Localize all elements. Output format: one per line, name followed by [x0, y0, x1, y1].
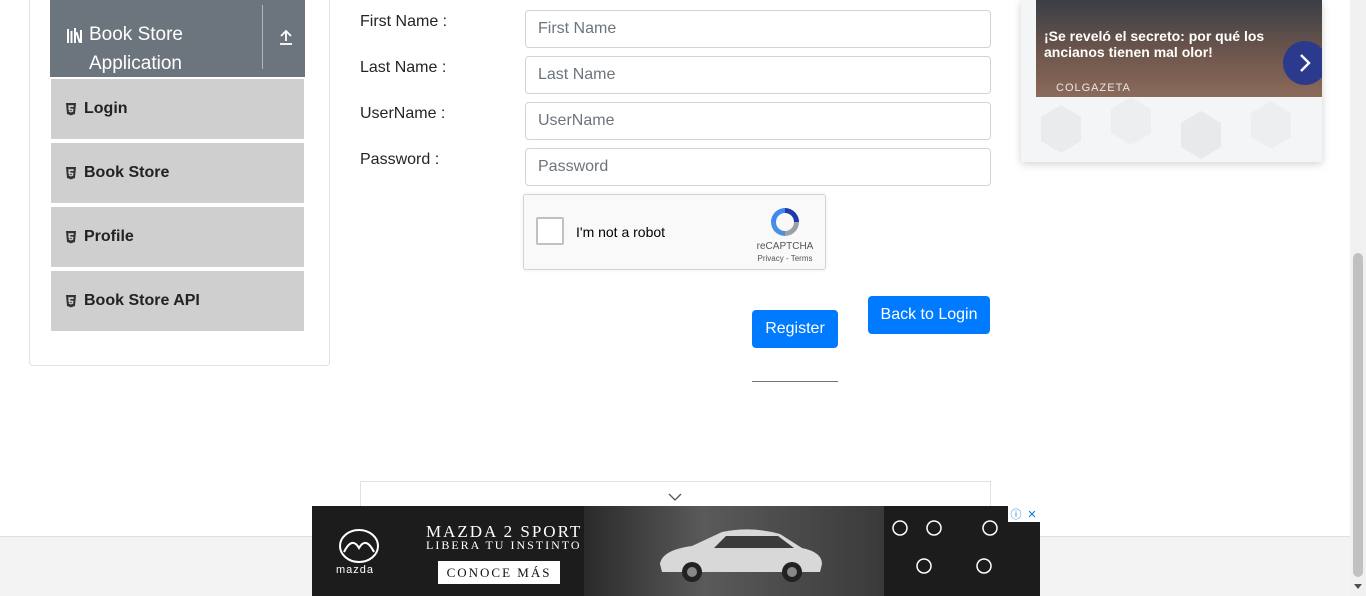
password-input[interactable] [525, 148, 991, 186]
ad-feature-icons [892, 520, 998, 574]
scrollbar-thumb[interactable] [1353, 253, 1363, 577]
recaptcha-brand: reCAPTCHA [756, 241, 814, 252]
last-name-input[interactable] [525, 56, 991, 94]
html5-icon [66, 231, 76, 244]
ad-pattern [1041, 97, 1291, 159]
mazda-banner-ad[interactable]: mazda MAZDA 2 SPORT LIBERA TU INSTINTO C… [312, 506, 1040, 596]
recaptcha-widget: I'm not a robot reCAPTCHA Privacy - Term… [523, 194, 826, 270]
sidebar-group-title: Book Store Application [89, 24, 183, 74]
ad-headline[interactable]: ¡Se reveló el secreto: por qué los ancia… [1044, 28, 1274, 60]
password-label: Password : [360, 151, 440, 168]
username-input[interactable] [525, 102, 991, 140]
sidebar-item-profile[interactable]: Profile [51, 207, 304, 269]
sidebar-item-book-store[interactable]: Book Store [51, 143, 304, 205]
recaptcha-checkbox[interactable] [536, 217, 564, 245]
register-underline [752, 381, 838, 382]
register-button[interactable]: Register [752, 310, 838, 348]
ad-subtitle: LIBERA TU INSTINTO [426, 538, 582, 552]
ad-controls: ⓘ ✕ [1008, 506, 1040, 522]
first-name-label: First Name : [360, 13, 448, 30]
chevron-right-icon [1300, 54, 1311, 72]
html5-icon [66, 295, 76, 308]
sidebar-group-book-store-application[interactable]: Book Store Application [50, 0, 305, 77]
sidebar-item-book-store-api[interactable]: Book Store API [51, 271, 304, 333]
html5-icon [66, 103, 76, 116]
recaptcha-privacy-terms[interactable]: Privacy - Terms [750, 254, 820, 263]
sidebar-item-label: Book Store API [84, 292, 200, 309]
close-icon[interactable]: ✕ [1024, 506, 1040, 522]
recaptcha-logo-icon [771, 208, 799, 236]
ad-source: COLGAZETA [1056, 82, 1131, 94]
books-icon [67, 28, 82, 44]
first-name-input[interactable] [525, 10, 991, 48]
sidebar-item-label: Login [84, 100, 128, 117]
sidebar-item-label: Book Store [84, 164, 170, 181]
scroll-down-icon[interactable] [1354, 584, 1362, 589]
car-image [660, 529, 822, 582]
ad-next-button[interactable] [1283, 41, 1322, 85]
username-label: UserName : [360, 105, 446, 122]
right-ad[interactable]: ¡Se reveló el secreto: por qué los ancia… [1021, 0, 1322, 162]
ad-brand: mazda [336, 564, 375, 576]
page: Book Store Application Login Book Store … [0, 0, 1366, 596]
sidebar-item-label: Profile [84, 228, 134, 245]
chevron-down-icon [668, 493, 682, 501]
ad-cta-button[interactable]: CONOCE MÁS [438, 561, 560, 584]
collapse-up-icon[interactable] [276, 27, 296, 47]
page-scrollbar[interactable] [1350, 0, 1366, 596]
recaptcha-label: I'm not a robot [576, 224, 666, 240]
sidebar-item-login[interactable]: Login [51, 79, 304, 141]
back-to-login-button[interactable]: Back to Login [868, 296, 990, 334]
html5-icon [66, 167, 76, 180]
ad-info-icon[interactable]: ⓘ [1008, 506, 1024, 522]
header-divider [262, 5, 263, 69]
last-name-label: Last Name : [360, 59, 447, 76]
